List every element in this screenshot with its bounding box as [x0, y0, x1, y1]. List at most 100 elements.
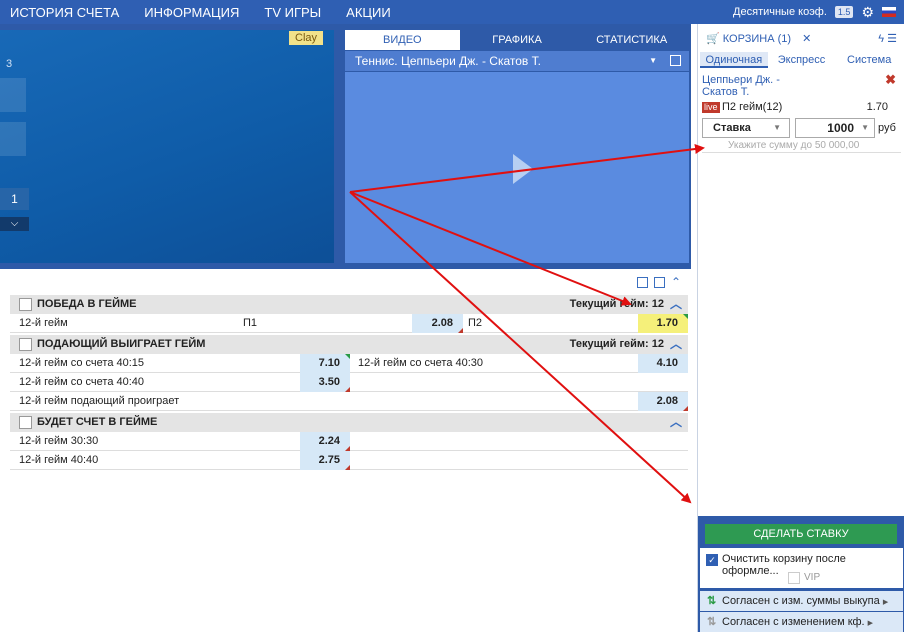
- market-title: БУДЕТ СЧЕТ В ГЕЙМЕ: [37, 416, 158, 428]
- settings-sliders-icon[interactable]: ☰: [887, 33, 897, 45]
- odd-down-marker: [345, 465, 350, 470]
- table-row: 12-й гейм подающий проиграет 2.08: [10, 392, 688, 411]
- bet-event-name[interactable]: Цеппьери Дж. - Скатов Т.: [702, 74, 882, 98]
- odd-button[interactable]: 4.10: [638, 354, 688, 373]
- bet-event-line: Цеппьери Дж. -: [702, 74, 780, 86]
- stake-type-select[interactable]: Ставка ▼: [702, 118, 790, 138]
- video-player[interactable]: [345, 72, 689, 263]
- bet-selection: П2 гейм(12): [722, 101, 783, 113]
- two-column-view-icon[interactable]: [636, 277, 648, 288]
- market-header[interactable]: БУДЕТ СЧЕТ В ГЕЙМЕ ︿: [10, 413, 688, 432]
- stake-hint: Укажите сумму до 50 000,00: [728, 140, 860, 151]
- arrows-up-down-icon: ⇅: [707, 616, 717, 628]
- clear-cart-checkbox[interactable]: ✓: [706, 554, 718, 566]
- vip-checkbox[interactable]: [788, 572, 800, 584]
- accept-odds-change[interactable]: ⇅ Согласен с изменением кф. ▶: [700, 612, 903, 632]
- nav-tv-games[interactable]: TV ИГРЫ: [264, 5, 321, 20]
- odd-button[interactable]: 2.08: [412, 314, 463, 333]
- outcome-name: П1: [243, 317, 258, 329]
- market-title: ПОДАЮЩИЙ ВЫИГРАЕТ ГЕЙМ: [37, 338, 206, 350]
- current-game: Текущий гейм: 12: [569, 298, 664, 310]
- odd-button[interactable]: 2.08: [638, 392, 688, 411]
- remove-bet-icon[interactable]: ✖: [885, 72, 896, 88]
- russian-flag-icon[interactable]: [882, 7, 896, 17]
- single-column-view-icon[interactable]: [653, 277, 665, 288]
- tab-video[interactable]: ВИДЕО: [345, 30, 460, 50]
- odd-value: 2.08: [656, 395, 678, 407]
- stake-type-value: Ставка: [713, 122, 751, 134]
- odd-value: 2.75: [318, 454, 340, 466]
- table-row: 12-й гейм П1 2.08 П2 1.70: [10, 314, 688, 333]
- divider: [702, 152, 901, 153]
- bet-slip: 🛒 КОРЗИНА (1) ✕ ϟ ☰ Одиночная Экспресс С…: [697, 24, 904, 632]
- outcome-label: 12-й гейм 30:30: [19, 435, 99, 447]
- tab-system[interactable]: Система: [835, 52, 903, 68]
- bet-slip-tools: ϟ ☰: [878, 28, 897, 50]
- odds-format-badge[interactable]: 1.5: [834, 6, 854, 18]
- tab-graphics[interactable]: ГРАФИКА: [460, 30, 575, 50]
- top-navigation-bar: ИСТОРИЯ СЧЕТА ИНФОРМАЦИЯ TV ИГРЫ АКЦИИ Д…: [0, 0, 904, 24]
- outcome-label: 12-й гейм со счета 40:15: [19, 357, 145, 369]
- odd-button-selected[interactable]: 1.70: [638, 314, 688, 333]
- caret-down-icon[interactable]: ▼: [861, 119, 869, 137]
- arrows-up-down-icon: ⇅: [707, 595, 717, 607]
- outcome-label: 12-й гейм со счета 40:30: [358, 357, 484, 369]
- odd-value: 2.24: [318, 435, 340, 447]
- tab-single[interactable]: Одиночная: [700, 52, 768, 68]
- stake-amount-input[interactable]: 1000 ▼: [795, 118, 875, 138]
- chevron-up-icon[interactable]: ︿: [670, 413, 682, 432]
- play-icon[interactable]: [513, 154, 533, 184]
- odd-down-marker: [683, 406, 688, 411]
- popout-icon[interactable]: [670, 55, 681, 66]
- odd-down-marker: [458, 328, 463, 333]
- market-checkbox[interactable]: [19, 338, 32, 351]
- odd-button[interactable]: 3.50: [300, 373, 350, 392]
- odd-button[interactable]: 7.10: [300, 354, 350, 373]
- market-header[interactable]: ПОДАЮЩИЙ ВЫИГРАЕТ ГЕЙМ Текущий гейм: 12 …: [10, 335, 688, 354]
- odd-up-marker: [683, 314, 688, 319]
- odd-value: 4.10: [656, 357, 678, 369]
- bet-options: ✓ Очистить корзину после оформле... VIP: [700, 548, 903, 588]
- tab-express[interactable]: Экспресс: [768, 52, 836, 68]
- lightning-icon[interactable]: ϟ: [878, 33, 884, 45]
- chevron-up-icon[interactable]: ︿: [670, 335, 682, 354]
- market-checkbox[interactable]: [19, 416, 32, 429]
- nav-promotions[interactable]: АКЦИИ: [346, 5, 391, 20]
- score-panel: [0, 78, 26, 112]
- outcome-label: 12-й гейм подающий проиграет: [19, 395, 180, 407]
- table-row: 12-й гейм 30:30 2.24: [10, 432, 688, 451]
- odd-button[interactable]: 2.24: [300, 432, 350, 451]
- odd-value: 1.70: [656, 317, 678, 329]
- market-title: ПОБЕДА В ГЕЙМЕ: [37, 298, 137, 310]
- bet-slip-footer: СДЕЛАТЬ СТАВКУ ✓ Очистить корзину после …: [698, 516, 904, 632]
- vip-label: VIP: [804, 572, 821, 583]
- caret-down-icon[interactable]: ▼: [649, 51, 657, 71]
- bet-type-tabs: Одиночная Экспресс Система: [700, 52, 903, 68]
- chevron-down-icon[interactable]: ⌵: [0, 217, 29, 231]
- tab-statistics[interactable]: СТАТИСТИКА: [574, 30, 689, 50]
- triangle-right-icon: ▶: [867, 620, 874, 627]
- odd-value: 7.10: [318, 357, 340, 369]
- cart-icon: 🛒: [706, 33, 720, 45]
- accept-cashout-label: Согласен с изм. суммы выкупа: [722, 595, 880, 607]
- score-panel: [0, 122, 26, 156]
- market-header[interactable]: ПОБЕДА В ГЕЙМЕ Текущий гейм: 12 ︿: [10, 295, 688, 314]
- match-graphic: [0, 30, 334, 263]
- decimal-odds-label[interactable]: Десятичные коэф.: [733, 6, 827, 18]
- odd-button[interactable]: 2.75: [300, 451, 350, 470]
- stake-amount-value: 1000: [827, 121, 854, 135]
- bet-event-line: Скатов Т.: [702, 86, 750, 98]
- nav-information[interactable]: ИНФОРМАЦИЯ: [144, 5, 239, 20]
- chevron-up-icon[interactable]: ︿: [670, 295, 682, 314]
- market-checkbox[interactable]: [19, 298, 32, 311]
- accept-odds-label: Согласен с изменением кф.: [722, 616, 865, 628]
- collapse-all-icon[interactable]: ⌃: [671, 276, 681, 288]
- video-event-selector[interactable]: Теннис. Цеппьери Дж. - Скатов Т. ▼: [345, 51, 689, 71]
- view-tools: ⌃: [636, 276, 681, 288]
- nav-account-history[interactable]: ИСТОРИЯ СЧЕТА: [10, 5, 119, 20]
- gear-icon[interactable]: ⚙: [861, 4, 874, 21]
- close-icon[interactable]: ✕: [802, 33, 811, 45]
- outcome-label: 12-й гейм: [19, 317, 68, 329]
- place-bet-button[interactable]: СДЕЛАТЬ СТАВКУ: [705, 524, 897, 544]
- accept-cashout-change[interactable]: ⇅ Согласен с изм. суммы выкупа ▶: [700, 591, 903, 611]
